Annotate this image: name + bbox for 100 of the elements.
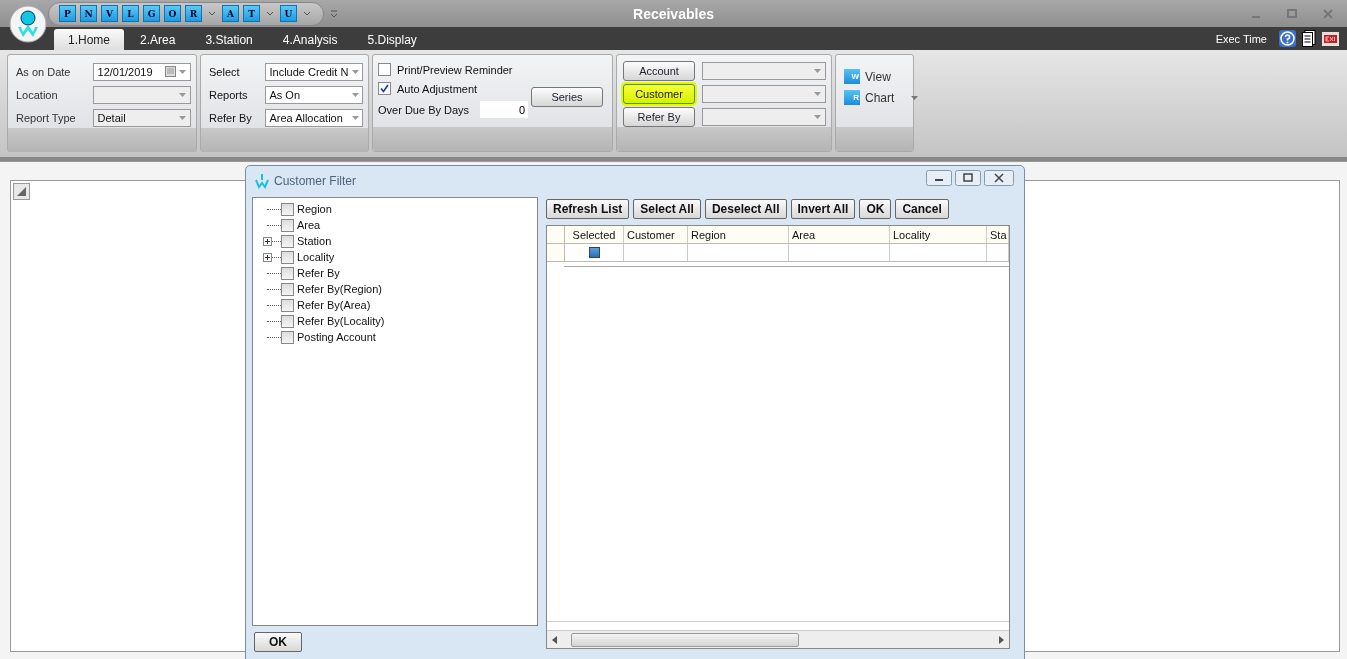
- series-button[interactable]: Series: [531, 87, 603, 107]
- tree-item[interactable]: Refer By(Locality): [297, 315, 385, 327]
- dialog-button[interactable]: Select All: [633, 199, 701, 219]
- field-label: Select: [209, 65, 241, 78]
- calendar-icon[interactable]: [165, 66, 176, 77]
- exec-time-label: Exec Time: [1215, 32, 1267, 45]
- caret-icon: [179, 115, 186, 120]
- checkbox[interactable]: [281, 330, 294, 344]
- column-header[interactable]: Area: [789, 226, 890, 243]
- number-field[interactable]: 0: [480, 101, 528, 118]
- checkbox[interactable]: [378, 63, 391, 76]
- maximize-icon[interactable]: [955, 170, 981, 186]
- ribbon-tab[interactable]: 2.Area: [126, 29, 190, 50]
- ribbon-button[interactable]: W View: [844, 69, 891, 84]
- tree-node[interactable]: Refer By(Area): [261, 297, 537, 313]
- dialog-button[interactable]: Invert All: [790, 199, 856, 219]
- help-icon[interactable]: [1279, 30, 1296, 47]
- exit-sign-icon[interactable]: [1322, 31, 1339, 46]
- field-label: As on Date: [16, 65, 72, 78]
- column-header[interactable]: Customer: [624, 226, 688, 243]
- column-header[interactable]: Sta: [987, 226, 1009, 243]
- filter-button[interactable]: Account: [623, 61, 695, 81]
- field-label: Location: [16, 88, 59, 101]
- tree-node[interactable]: Locality: [261, 249, 537, 265]
- caret-icon: [352, 115, 359, 120]
- tree-node[interactable]: Region: [261, 201, 537, 217]
- quick-access-button[interactable]: P: [59, 5, 76, 22]
- ribbon-tab[interactable]: 5.Display: [353, 29, 431, 50]
- filter-button[interactable]: Refer By: [623, 107, 695, 127]
- filter-button[interactable]: Customer: [623, 84, 695, 104]
- tree-node[interactable]: Refer By(Region): [261, 281, 537, 297]
- ribbon-tab[interactable]: 3.Station: [191, 29, 267, 50]
- row-header[interactable]: [547, 244, 565, 261]
- document-icon[interactable]: [1302, 30, 1316, 47]
- dialog-button[interactable]: Deselect All: [704, 199, 787, 219]
- dropdown-field[interactable]: Detail: [92, 108, 191, 127]
- quick-access-button[interactable]: N: [80, 5, 97, 22]
- ribbon-tab[interactable]: 4.Analysis: [268, 29, 352, 50]
- tree-node[interactable]: Posting Account: [261, 329, 537, 345]
- column-header[interactable]: Region: [688, 226, 789, 243]
- close-icon[interactable]: [984, 170, 1014, 186]
- quick-access-button[interactable]: L: [122, 5, 139, 22]
- field-label: Over Due By Days: [378, 103, 471, 116]
- tree-item[interactable]: Locality: [297, 251, 335, 263]
- customize-icon[interactable]: [330, 9, 338, 18]
- checkbox[interactable]: [281, 250, 294, 264]
- scroll-bar[interactable]: [547, 630, 1009, 648]
- caret-icon: [179, 92, 186, 97]
- caret-icon: [179, 69, 186, 74]
- quick-access-button[interactable]: O: [164, 5, 181, 22]
- checkbox-label: Print/Preview Reminder: [397, 63, 513, 76]
- checkbox[interactable]: [281, 298, 294, 312]
- tree-item[interactable]: Station: [297, 235, 332, 247]
- tree-node[interactable]: Station: [261, 233, 537, 249]
- ribbon-tab[interactable]: 1.Home: [54, 29, 125, 50]
- tree-item[interactable]: Area: [297, 219, 321, 231]
- caret-icon: [303, 11, 311, 16]
- checkbox[interactable]: [281, 282, 294, 296]
- quick-access-button[interactable]: G: [143, 5, 160, 22]
- tree-item[interactable]: Region: [297, 203, 332, 215]
- checkbox[interactable]: [281, 234, 294, 248]
- ribbon-button[interactable]: R Chart: [844, 90, 919, 105]
- window-title: Receivables: [633, 6, 714, 22]
- tree-item[interactable]: Refer By: [297, 267, 340, 279]
- column-header[interactable]: Locality: [890, 226, 987, 243]
- dialog-button[interactable]: Cancel: [895, 199, 949, 219]
- caret-icon: [814, 115, 821, 119]
- dropdown-field[interactable]: 12/01/2019: [92, 62, 191, 81]
- checkbox[interactable]: [281, 314, 294, 328]
- tree-item[interactable]: Refer By(Region): [297, 283, 382, 295]
- expand-icon[interactable]: [263, 236, 272, 246]
- dropdown-field[interactable]: As On: [265, 85, 363, 104]
- checkbox[interactable]: [281, 266, 294, 280]
- dropdown-field[interactable]: [702, 85, 826, 103]
- tree-node[interactable]: Area: [261, 217, 537, 233]
- checkbox[interactable]: [281, 202, 294, 216]
- dropdown-field[interactable]: [92, 85, 191, 104]
- checkbox[interactable]: [281, 218, 294, 232]
- tree-node[interactable]: Refer By: [261, 265, 537, 281]
- dialog-button[interactable]: Refresh List: [546, 199, 630, 219]
- dropdown-field[interactable]: [702, 108, 826, 126]
- dialog-title: Customer Filter: [274, 174, 356, 188]
- minimize-icon[interactable]: [926, 170, 952, 186]
- checkbox[interactable]: [588, 247, 600, 258]
- dropdown-field[interactable]: Area Allocation: [265, 108, 363, 127]
- field-label: Refer By: [209, 111, 253, 124]
- caret-icon: [814, 92, 821, 96]
- dropdown-field[interactable]: Include Credit N: [265, 62, 363, 81]
- tree-node[interactable]: Refer By(Locality): [261, 313, 537, 329]
- tree-item[interactable]: Posting Account: [297, 331, 376, 343]
- dialog-button[interactable]: OK: [859, 199, 892, 219]
- expand-icon[interactable]: [263, 252, 272, 262]
- ok-button[interactable]: OK: [254, 632, 302, 652]
- quick-access-button[interactable]: A: [222, 5, 239, 22]
- app-logo-icon: [254, 173, 270, 189]
- checkbox[interactable]: [378, 82, 391, 95]
- dropdown-field[interactable]: [702, 62, 826, 80]
- quick-access-button[interactable]: V: [101, 5, 118, 22]
- tree-item[interactable]: Refer By(Area): [297, 299, 371, 311]
- column-header[interactable]: Selected: [565, 226, 624, 243]
